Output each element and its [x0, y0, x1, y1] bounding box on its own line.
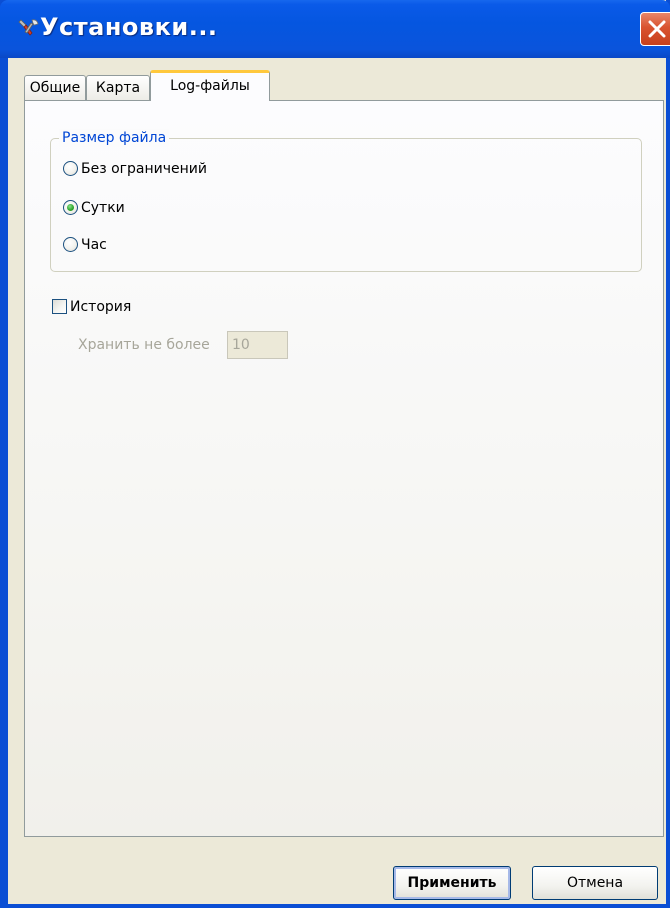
group-title: Размер файла: [59, 129, 170, 147]
settings-dialog: Установки... Общие Карта Log-файлы Разме…: [0, 0, 670, 908]
tab-general[interactable]: Общие: [24, 75, 86, 101]
tab-label: Log-файлы: [170, 78, 250, 94]
tools-icon: [18, 17, 40, 41]
tab-log-files[interactable]: Log-файлы: [150, 70, 270, 101]
keep-max-label: Хранить не более: [78, 337, 210, 353]
tab-label: Общие: [29, 80, 81, 96]
history-label: История: [70, 299, 132, 315]
file-size-group: Размер файла Без ограничений Сутки Час: [50, 129, 642, 272]
radio-button-selected[interactable]: [63, 200, 78, 215]
window-title: Установки...: [40, 13, 218, 41]
keep-max-input[interactable]: [227, 331, 288, 359]
radio-label: Час: [81, 237, 107, 253]
close-icon: [648, 20, 666, 38]
radio-label: Без ограничений: [81, 161, 207, 177]
history-checkbox[interactable]: [52, 299, 67, 314]
cancel-button[interactable]: Отмена: [532, 866, 658, 900]
tab-map[interactable]: Карта: [86, 75, 150, 101]
apply-button[interactable]: Применить: [393, 866, 511, 900]
radio-button[interactable]: [63, 161, 78, 176]
radio-button[interactable]: [63, 237, 78, 252]
close-button[interactable]: [640, 12, 670, 46]
tab-label: Карта: [95, 80, 141, 96]
radio-label: Сутки: [81, 200, 125, 216]
title-bar[interactable]: Установки...: [0, 0, 670, 58]
tab-panel-log-files: Размер файла Без ограничений Сутки Час И…: [24, 100, 664, 837]
